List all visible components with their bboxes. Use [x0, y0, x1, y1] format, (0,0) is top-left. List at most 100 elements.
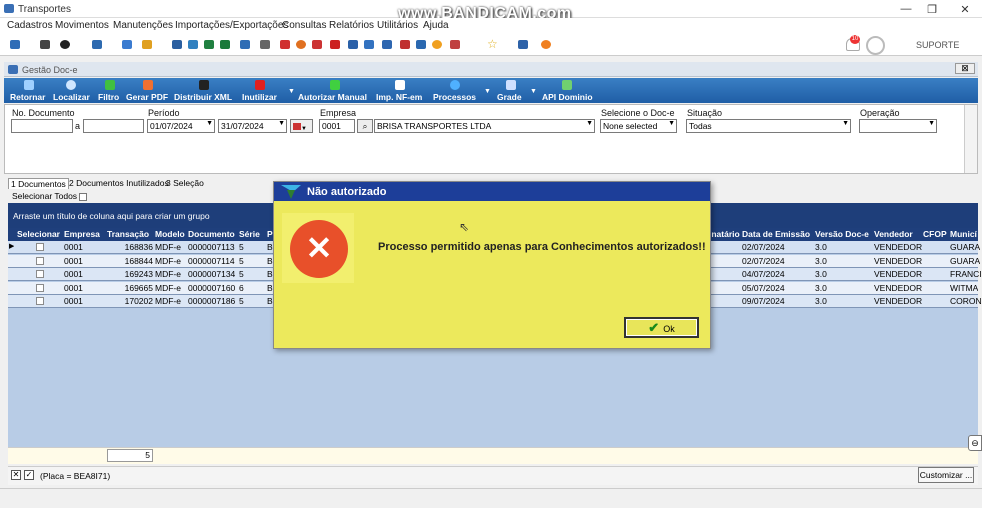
col-selecionar[interactable]: Selecionar — [17, 229, 60, 239]
col-serie[interactable]: Série — [239, 229, 260, 239]
customize-button[interactable]: Customizar ... — [918, 467, 974, 483]
date-from-input[interactable]: 01/07/2024 ▼ — [147, 119, 215, 133]
print-icon[interactable] — [260, 40, 270, 49]
operacao-select[interactable]: ▼ — [859, 119, 937, 133]
smile-icon[interactable] — [541, 40, 551, 49]
chevron-down-icon[interactable]: ▼ — [586, 120, 593, 127]
col-versao[interactable]: Versão Doc-e — [815, 229, 869, 239]
pin-icon[interactable] — [280, 40, 290, 49]
side-panel-tab[interactable]: ⊖ — [968, 435, 982, 451]
btn-grade[interactable]: Grade — [497, 92, 522, 102]
select-all-checkbox[interactable]: Selecionar Todos — [12, 191, 88, 201]
arrow-icon[interactable] — [330, 40, 340, 49]
calendar-button[interactable]: ▼ — [290, 119, 313, 133]
tab-inutilizados[interactable]: 2 Documentos Inutilizados — [67, 178, 171, 188]
doc-from-input[interactable] — [11, 119, 73, 133]
doc-to-input[interactable] — [83, 119, 144, 133]
checkbox-icon[interactable] — [79, 192, 88, 201]
chevron-down-icon[interactable]: ▼ — [206, 120, 213, 127]
col-vendedor[interactable]: Vendedor — [874, 229, 913, 239]
search-icon[interactable]: ⌕ — [357, 119, 373, 133]
form-icon[interactable] — [416, 40, 426, 49]
menu-consultas[interactable]: Consultas — [282, 20, 326, 31]
clock-icon[interactable] — [296, 40, 306, 49]
calendar-red-icon[interactable] — [400, 40, 410, 49]
calendar-icon[interactable] — [382, 40, 392, 49]
transfer-icon[interactable] — [204, 40, 214, 49]
clear-filter-icon[interactable]: ✕ — [11, 470, 21, 480]
chevron-down-icon[interactable]: ▼ — [484, 88, 491, 95]
doc-icon[interactable] — [122, 40, 132, 49]
list-icon[interactable] — [142, 40, 152, 49]
btn-api-dominio[interactable]: API Dominio — [542, 92, 593, 102]
tab-documentos[interactable]: 1 Documentos — [8, 178, 69, 189]
user-name[interactable]: SUPORTE — [916, 40, 959, 50]
window-icon[interactable] — [518, 40, 528, 49]
menu-importacoes[interactable]: Importações/Exportações — [175, 20, 288, 31]
row-checkbox[interactable] — [36, 256, 44, 265]
col-data-emissao[interactable]: Data de Emissão — [742, 229, 810, 239]
record-icon[interactable] — [40, 40, 50, 49]
coin-icon[interactable] — [432, 40, 442, 49]
report-icon[interactable] — [364, 40, 374, 49]
calc-icon[interactable] — [348, 40, 358, 49]
row-checkbox[interactable] — [36, 243, 44, 251]
truck-icon[interactable] — [92, 40, 102, 49]
chevron-down-icon[interactable]: ▼ — [530, 88, 537, 95]
btn-filtro[interactable]: Filtro — [98, 92, 119, 102]
close-icon[interactable]: ✕ — [955, 3, 975, 16]
btn-localizar[interactable]: Localizar — [53, 92, 90, 102]
col-p[interactable]: P — [267, 229, 273, 239]
btn-gerar-pdf[interactable]: Gerar PDF — [126, 92, 168, 102]
menu-ajuda[interactable]: Ajuda — [423, 20, 449, 31]
ok-button[interactable]: ✔ Ok — [624, 317, 699, 338]
row-checkbox[interactable] — [36, 283, 44, 292]
menu-utilitarios[interactable]: Utilitários — [377, 20, 418, 31]
minimize-icon[interactable]: — — [896, 3, 916, 15]
monitor-icon[interactable] — [240, 40, 250, 49]
col-cfop[interactable]: CFOP — [923, 229, 947, 239]
user-icon[interactable] — [866, 36, 885, 55]
filter-text[interactable]: (Placa = BEA8I71) — [40, 471, 110, 481]
chevron-down-icon[interactable]: ▼ — [928, 120, 935, 127]
situacao-select[interactable]: Todas ▼ — [686, 119, 851, 133]
doc-type-select[interactable]: None selected ▼ — [600, 119, 677, 133]
filter-enabled-checkbox[interactable]: ✓ — [24, 470, 34, 480]
table-icon[interactable] — [188, 40, 198, 49]
grid-icon[interactable] — [172, 40, 182, 49]
chevron-down-icon[interactable]: ▼ — [668, 120, 675, 127]
chevron-down-icon[interactable]: ▼ — [288, 88, 295, 95]
new-icon[interactable] — [10, 40, 20, 49]
chart-icon[interactable] — [220, 40, 230, 49]
filter-scrollbar[interactable] — [964, 105, 977, 173]
menu-manutencoes[interactable]: Manutenções — [113, 20, 173, 31]
col-municipio[interactable]: Municí — [950, 229, 978, 239]
btn-autorizar-manual[interactable]: Autorizar Manual — [298, 92, 367, 102]
col-empresa[interactable]: Empresa — [64, 229, 100, 239]
btn-processos[interactable]: Processos — [433, 92, 476, 102]
chevron-down-icon[interactable]: ▼ — [842, 120, 849, 127]
empresa-select[interactable]: BRISA TRANSPORTES LTDA ▼ — [374, 119, 595, 133]
empresa-code-input[interactable]: 0001 — [319, 119, 355, 133]
star-icon[interactable]: ☆ — [487, 37, 498, 51]
row-checkbox[interactable] — [36, 297, 44, 305]
window-close-button[interactable]: ⊠ — [955, 63, 975, 74]
date-to-input[interactable]: 31/07/2024 ▼ — [218, 119, 287, 133]
col-modelo[interactable]: Modelo — [155, 229, 185, 239]
btn-inutilizar[interactable]: Inutilizar — [242, 92, 277, 102]
tab-selecao[interactable]: 3 Seleção — [164, 178, 206, 188]
col-transacao[interactable]: Transação — [107, 229, 149, 239]
disc-icon[interactable] — [60, 40, 70, 49]
chevron-down-icon[interactable]: ▼ — [278, 120, 285, 127]
btn-distribuir-xml[interactable]: Distribuir XML — [174, 92, 232, 102]
btn-retornar[interactable]: Retornar — [10, 92, 45, 102]
menu-cadastros[interactable]: Cadastros — [7, 20, 53, 31]
menu-relatorios[interactable]: Relatórios — [329, 20, 374, 31]
maximize-icon[interactable]: ❐ — [922, 3, 942, 16]
col-documento[interactable]: Documento — [188, 229, 235, 239]
btn-imp-nf[interactable]: Imp. NF-em — [376, 92, 422, 102]
box-icon[interactable] — [450, 40, 460, 49]
menu-movimentos[interactable]: Movimentos — [55, 20, 109, 31]
row-checkbox[interactable] — [36, 270, 44, 278]
bus-icon[interactable] — [312, 40, 322, 49]
